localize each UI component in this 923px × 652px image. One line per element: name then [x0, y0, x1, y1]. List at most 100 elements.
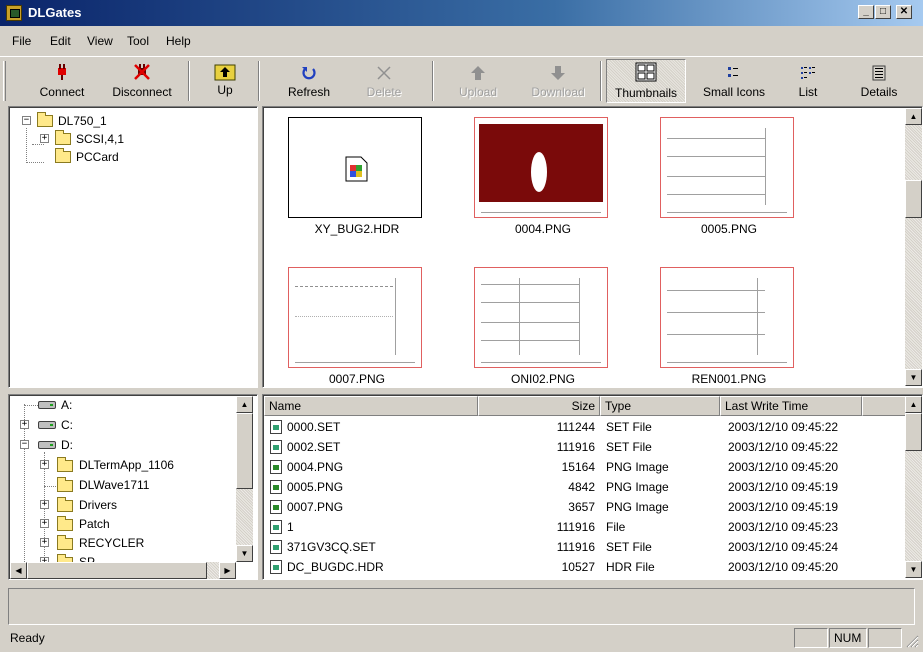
file-row[interactable]: DC_BUGDC.HDR 10527 HDR File 2003/12/10 09:4…	[264, 557, 905, 577]
file-list-pane[interactable]: Name Size Type Last Write Time 0000.SET 1…	[262, 394, 923, 580]
connect-label: Connect	[39, 85, 85, 99]
local-tree-hscrollbar[interactable]: ◀ ▶	[10, 562, 236, 579]
thumbnail-frame	[660, 117, 794, 218]
tree-node-drive-d[interactable]: − D:	[10, 436, 236, 454]
collapse-icon[interactable]: −	[22, 116, 31, 125]
upload-button[interactable]: Upload	[446, 59, 510, 103]
expand-icon[interactable]: +	[40, 500, 49, 509]
tree-node-folder[interactable]: + Patch	[10, 515, 236, 533]
list-view-button[interactable]: List	[782, 59, 834, 103]
scroll-up-icon[interactable]: ▲	[236, 396, 253, 413]
thumbnail-item[interactable]: REN001.PNG	[636, 264, 822, 387]
close-button[interactable]: ✕	[896, 5, 912, 19]
title-bar: DLGates _ □ ✕	[0, 0, 923, 26]
download-button[interactable]: Download	[522, 59, 594, 103]
thumbnail-item[interactable]: 0004.PNG	[450, 114, 636, 264]
scroll-thumb[interactable]	[905, 413, 922, 451]
thumbnail-frame	[474, 267, 608, 368]
scroll-right-icon[interactable]: ▶	[219, 562, 236, 579]
menu-help[interactable]: Help	[166, 34, 191, 48]
menu-view[interactable]: View	[87, 34, 113, 48]
tree-node-scsi[interactable]: + SCSI,4,1	[10, 130, 250, 148]
scroll-up-icon[interactable]: ▲	[905, 396, 922, 413]
file-type: SET File	[606, 540, 652, 554]
column-header-type[interactable]: Type	[600, 396, 720, 416]
thumbnail-item[interactable]: XY_BUG2.HDR	[264, 114, 450, 264]
expand-icon[interactable]: +	[40, 460, 49, 469]
expand-icon[interactable]: +	[40, 134, 49, 143]
tree-node-dl750[interactable]: − DL750_1	[10, 112, 250, 130]
expand-icon[interactable]: +	[40, 538, 49, 547]
menu-bar: File Edit View Tool Help	[0, 30, 923, 54]
scroll-thumb[interactable]	[236, 413, 253, 489]
connect-button[interactable]: Connect	[28, 59, 96, 103]
delete-button[interactable]: Delete	[354, 59, 414, 103]
file-icon	[345, 156, 368, 182]
file-name: 0005.PNG	[287, 480, 344, 494]
menu-tool[interactable]: Tool	[127, 34, 149, 48]
tree-node-folder[interactable]: + DLTermApp_1106	[10, 456, 236, 474]
scroll-thumb[interactable]	[905, 180, 922, 218]
tree-node-drive-c[interactable]: + C:	[10, 416, 236, 434]
tree-node-folder[interactable]: DLWave1711	[10, 476, 236, 494]
thumbnail-item[interactable]: ONI02.PNG	[450, 264, 636, 387]
disconnect-button[interactable]: Disconnect	[104, 59, 180, 103]
thumbnail-item[interactable]: 0007.PNG	[264, 264, 450, 387]
file-row[interactable]: 0005.PNG 4842 PNG Image 2003/12/10 09:45:19	[264, 477, 905, 497]
file-row[interactable]: 0000.SET 111244 SET File 2003/12/10 09:45:2…	[264, 417, 905, 437]
expand-icon[interactable]: +	[20, 420, 29, 429]
scroll-down-icon[interactable]: ▼	[905, 369, 922, 386]
scroll-down-icon[interactable]: ▼	[236, 545, 253, 562]
expand-icon[interactable]: +	[40, 519, 49, 528]
thumbnail-scrollbar[interactable]: ▲ ▼	[905, 108, 922, 386]
scroll-down-icon[interactable]: ▼	[905, 561, 922, 578]
details-view-button[interactable]: Details	[840, 59, 918, 103]
up-button[interactable]: Up	[200, 59, 250, 103]
thumbnails-view-button[interactable]: Thumbnails	[606, 59, 686, 103]
column-header-size[interactable]: Size	[478, 396, 600, 416]
refresh-button[interactable]: Refresh	[276, 59, 342, 103]
local-tree-pane[interactable]: A: + C: − D: + DLTermApp_1106 DLWave1711…	[8, 394, 258, 580]
file-row[interactable]: 0007.PNG 3657 PNG Image 2003/12/10 09:45:19	[264, 497, 905, 517]
file-time: 2003/12/10 09:45:23	[728, 520, 839, 534]
data-file-icon	[270, 440, 282, 454]
resize-grip-icon[interactable]	[905, 634, 919, 648]
file-type: SET File	[606, 440, 652, 454]
maximize-button[interactable]: □	[875, 5, 891, 19]
local-tree-vscrollbar[interactable]: ▲ ▼	[236, 396, 253, 562]
tree-node-pccard[interactable]: PCCard	[10, 148, 250, 166]
thumbnail-pane[interactable]: XY_BUG2.HDR 0004.PNG 0005.PNG 0007.PNG O…	[262, 106, 923, 388]
menu-file[interactable]: File	[12, 34, 31, 48]
column-header-name[interactable]: Name	[264, 396, 478, 416]
menu-edit[interactable]: Edit	[50, 34, 71, 48]
device-tree-pane[interactable]: − DL750_1 + SCSI,4,1 PCCard	[8, 106, 258, 388]
scroll-up-icon[interactable]: ▲	[905, 108, 922, 125]
small-icons-view-button[interactable]: Small Icons	[692, 59, 776, 103]
file-row[interactable]: 0002.SET 111916 SET File 2003/12/10 09:45:2…	[264, 437, 905, 457]
file-row[interactable]: 371GV3CQ.SET 111916 SET File 2003/12/10 09:…	[264, 537, 905, 557]
thumbnails-icon	[607, 60, 685, 82]
file-row[interactable]: 1 111916 File 2003/12/10 09:45:23	[264, 517, 905, 537]
tree-node-folder[interactable]: + Drivers	[10, 496, 236, 514]
file-list-scrollbar[interactable]: ▲ ▼	[905, 396, 922, 578]
app-icon	[6, 5, 22, 21]
toolbar-grip[interactable]	[3, 61, 6, 101]
file-row[interactable]: 0004.PNG 15164 PNG Image 2003/12/10 09:45:2…	[264, 457, 905, 477]
thumbnail-frame	[288, 117, 422, 218]
data-file-icon	[270, 540, 282, 554]
status-bar: Ready NUM	[0, 628, 923, 652]
scroll-thumb[interactable]	[27, 562, 207, 579]
thumbnail-item[interactable]: 0005.PNG	[636, 114, 822, 264]
status-text: Ready	[10, 631, 45, 645]
folder-icon	[37, 112, 53, 127]
column-header-time[interactable]: Last Write Time	[720, 396, 862, 416]
scroll-left-icon[interactable]: ◀	[10, 562, 27, 579]
thumbnail-caption: 0005.PNG	[700, 222, 758, 236]
collapse-icon[interactable]: −	[20, 440, 29, 449]
tree-node-drive-a[interactable]: A:	[10, 396, 236, 414]
details-label: Details	[860, 85, 898, 99]
tree-node-folder[interactable]: + RECYCLER	[10, 534, 236, 552]
file-time: 2003/12/10 09:45:24	[728, 540, 839, 554]
minimize-button[interactable]: _	[858, 5, 874, 19]
png-file-icon	[270, 480, 282, 494]
